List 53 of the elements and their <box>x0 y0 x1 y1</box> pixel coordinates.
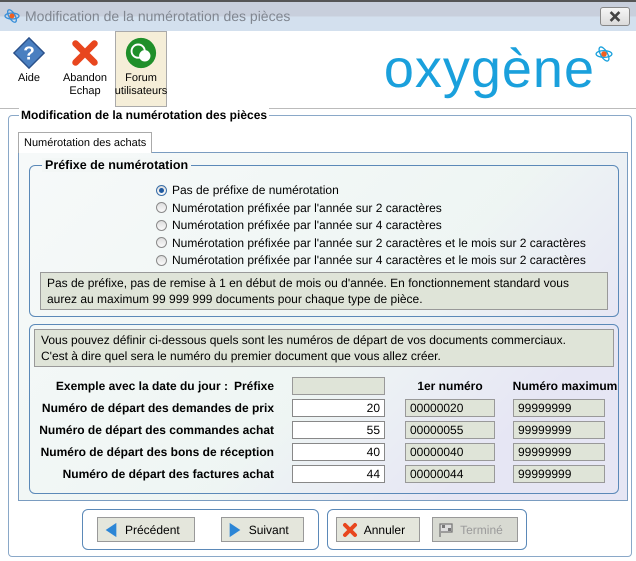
row-label: Numéro de départ des bons de réception <box>40 445 274 459</box>
group-title: Modification de la numérotation des pièces <box>19 108 270 122</box>
max-number-field: 99999999 <box>513 465 605 483</box>
first-number-field: 00000040 <box>405 443 495 461</box>
cross-icon <box>342 522 358 538</box>
close-icon <box>608 10 622 22</box>
max-number-field: 99999999 <box>513 443 605 461</box>
radio-button[interactable] <box>156 254 167 266</box>
radio-label[interactable]: Pas de préfixe de numérotation <box>172 183 339 198</box>
flag-icon <box>438 522 454 538</box>
max-number-field: 99999999 <box>513 421 605 439</box>
example-label: Exemple avec la date du jour : <box>56 379 228 393</box>
radio-label[interactable]: Numérotation préfixée par l'année sur 4 caractères <box>172 218 442 232</box>
column-header: Numéro maximum <box>512 379 618 393</box>
first-number-field: 00000055 <box>405 421 495 439</box>
radio-label[interactable]: Numérotation préfixée par l'année sur 2 caractères et le mois sur 2 caractères <box>172 236 586 250</box>
row-label: Numéro de départ des factures achat <box>62 467 274 481</box>
row-label: Numéro de départ des commandes achat <box>38 423 274 437</box>
radio-label[interactable]: Numérotation préfixée par l'année sur 2 caractères <box>172 200 442 215</box>
radio-button[interactable] <box>156 220 167 231</box>
left-arrow-icon <box>103 522 119 538</box>
max-number-field: 99999999 <box>513 399 605 417</box>
input-field[interactable]: 55 <box>292 421 385 439</box>
radio-label[interactable]: Numérotation préfixée par l'année sur 4 caractères et le mois sur 2 caractères <box>172 253 586 268</box>
radio-button[interactable] <box>156 184 167 196</box>
question-mark: ? <box>23 44 35 65</box>
abandon-button[interactable]: Abandon Echap <box>59 31 111 108</box>
window-title: Modification de la numérotation des pièces <box>25 8 292 24</box>
cancel-button[interactable]: Annuler <box>336 517 420 542</box>
column-header: 1er numéro <box>416 379 484 393</box>
row-label: Numéro de départ des demandes de prix <box>40 401 274 415</box>
help-button[interactable]: ? Aide <box>3 31 55 108</box>
tab[interactable]: Numérotation des achats <box>18 132 152 152</box>
radio-button[interactable] <box>156 202 167 214</box>
atom-icon <box>4 8 20 24</box>
first-number-field: 00000020 <box>405 399 495 417</box>
previous-button[interactable]: Précédent <box>97 517 195 542</box>
input-field[interactable]: 44 <box>292 465 385 483</box>
right-arrow-icon <box>226 522 243 538</box>
description-text: Pas de préfixe, pas de remise à 1 en début de mois ou d'année. En fonctionnement standard vous aurez au maximum 99 999 999 documents pour chaque type de pièce. <box>40 272 608 310</box>
prefix-label: Préfixe <box>234 379 274 393</box>
forum-button[interactable]: Forum utilisateurs <box>115 31 167 108</box>
logo: oxygène <box>384 41 595 98</box>
info-text: Vous pouvez définir ci-dessous quels sont les numéros de départ de vos documents commerciaux. C'est à dire quel sera le numéro du premier document que vous allez créer. <box>34 329 614 367</box>
next-button[interactable]: Suivant <box>220 517 304 542</box>
radio-button[interactable] <box>156 237 167 248</box>
input-field[interactable]: 40 <box>292 443 385 461</box>
close-button[interactable] <box>600 6 630 26</box>
group-title: Préfixe de numérotation <box>42 158 192 172</box>
atom-icon <box>595 45 613 64</box>
input-field[interactable]: 20 <box>292 399 385 417</box>
chat-icon <box>124 36 158 70</box>
first-number-field: 00000044 <box>405 465 495 483</box>
